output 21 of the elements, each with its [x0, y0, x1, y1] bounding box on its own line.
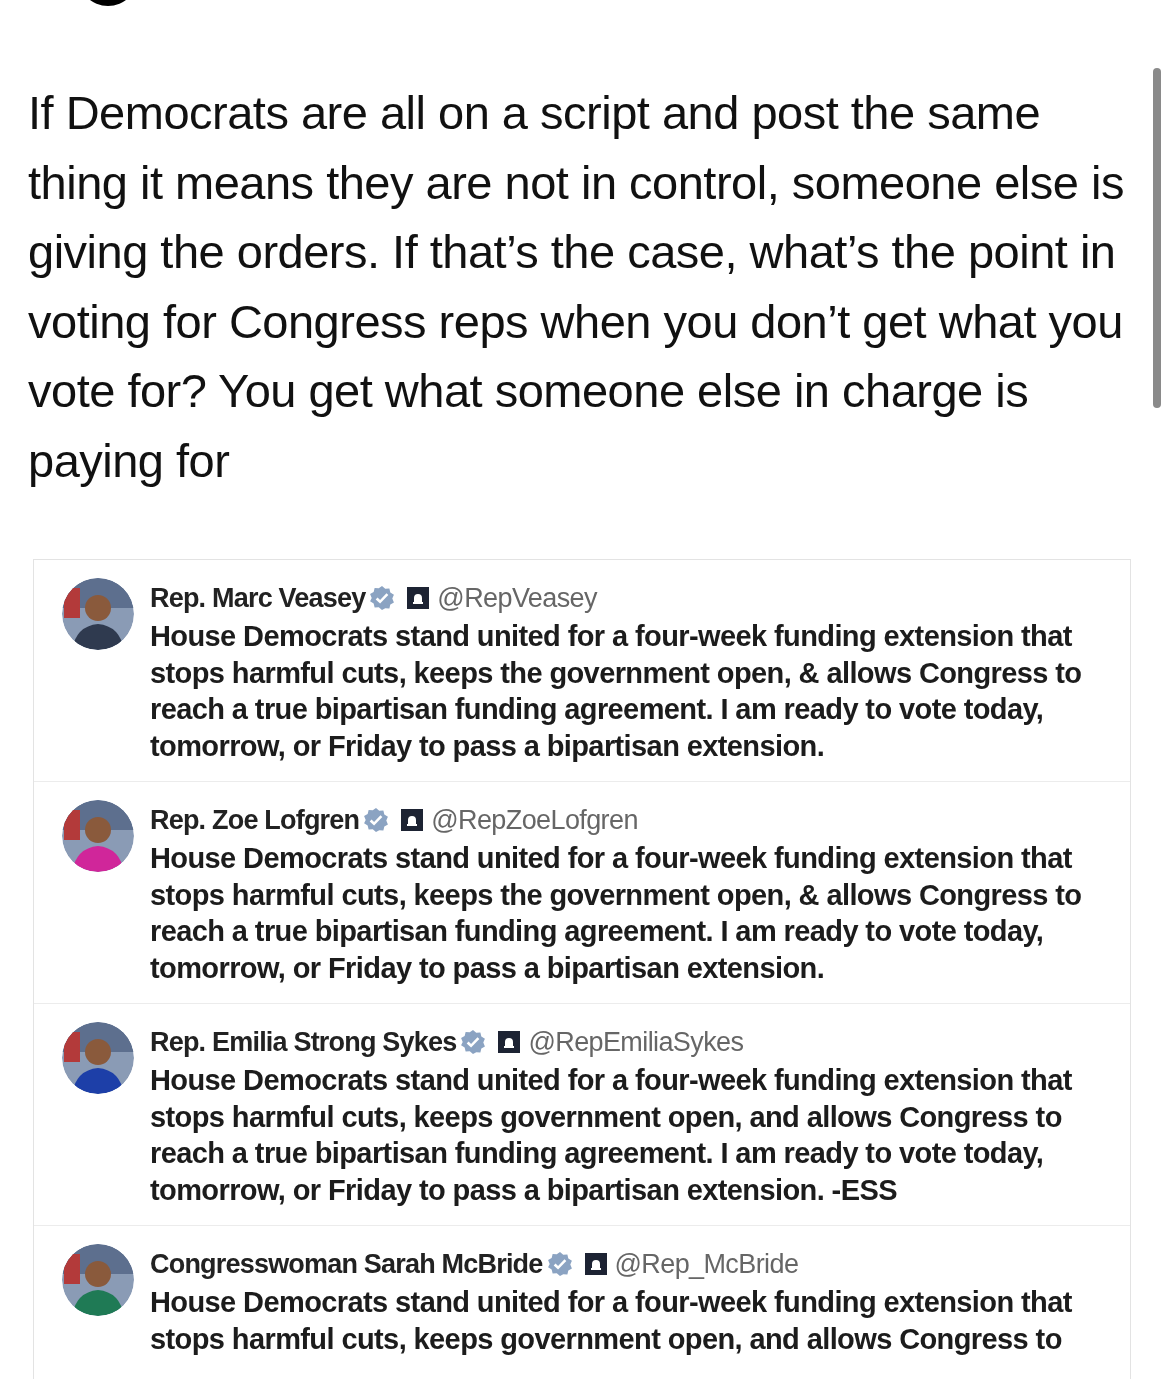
capitol-icon — [498, 1031, 521, 1053]
post-body: House Democrats stand united for a four-week funding extension that stops harmful cuts, keeps government open, and allows Congress to — [150, 1285, 1073, 1357]
verified-badge-icon — [363, 807, 390, 833]
author-name: Rep. Zoe Lofgren — [150, 803, 360, 837]
post-body: House Democrats stand united for a four-week funding extension that stops harmful cuts, keeps government open, and allows Congress to reach a true bipartisan funding agreement. I am ready to vote today, tomorrow, or Friday to pass a bipartisan extension. -ESS — [150, 1063, 1073, 1208]
author-handle: @RepEmiliaSykes — [528, 1025, 744, 1059]
verified-badge-icon — [460, 1029, 487, 1055]
verified-badge-icon — [546, 1251, 573, 1277]
post-body: House Democrats stand united for a four-week funding extension that stops harmful cuts, keeps the government open, & allows Congress to reach a true bipartisan funding agreement. I am ready to vote today, tomorrow, or Friday to pass a bipartisan extension. — [150, 841, 1083, 986]
capitol-icon — [401, 809, 424, 831]
post-text: If Democrats are all on a script and post the same thing it means they are not in control, someone else is giving the orders. If that’s the case, what’s the point in voting for Congress reps when you don’t get what you vote for? You get what someone else in charge is paying for — [28, 85, 1125, 489]
author-handle: @RepVeasey — [437, 581, 597, 615]
post-body: House Democrats stand united for a four-week funding extension that stops harmful cuts, keeps the government open, & allows Congress to reach a true bipartisan funding agreement. I am ready to vote today, tomorrow, or Friday to pass a bipartisan extension. — [150, 619, 1083, 764]
capitol-icon — [407, 587, 430, 609]
author-handle: @Rep_McBride — [614, 1247, 799, 1281]
capitol-icon — [584, 1253, 607, 1275]
author-name: Congresswoman Sarah McBride — [150, 1247, 543, 1281]
author-name: Rep. Emilia Strong Sykes — [150, 1025, 457, 1059]
author-handle: @RepZoeLofgren — [431, 803, 638, 837]
author-name: Rep. Marc Veasey — [150, 581, 366, 615]
verified-badge-icon — [369, 585, 396, 611]
